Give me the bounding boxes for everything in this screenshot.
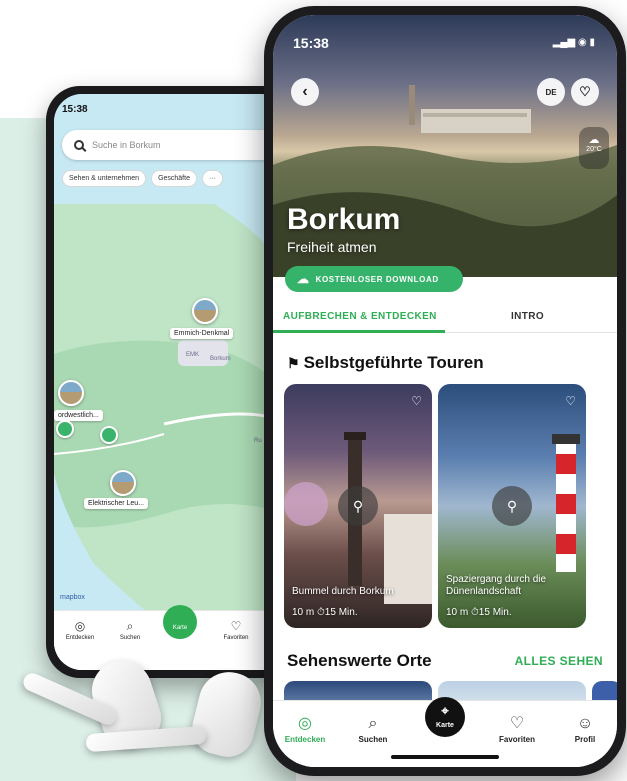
hero-photo: [273, 85, 617, 277]
nav-label: Favoriten: [223, 635, 249, 641]
nav-suchen[interactable]: ⌕ Suchen: [345, 713, 401, 744]
cloud-download-icon: ☁: [297, 272, 310, 286]
front-phone: 15:38 ▂▄▆ ◉ ▮ ‹ DE ♡ ☁ 20°C Borkum Freih…: [264, 6, 626, 776]
marketing-composition: 15:38 Suche in Borkum Sehen & unternehme…: [0, 0, 627, 781]
content-tabs: AUFBRECHEN & ENTDECKEN INTRO: [273, 301, 617, 333]
map-marker-green-2[interactable]: [100, 426, 118, 444]
nav-label: Entdecken: [284, 735, 326, 744]
nav-label: Karte: [436, 722, 454, 729]
download-button[interactable]: ☁ KOSTENLOSER DOWNLOAD: [285, 266, 463, 292]
map-screen: 15:38 Suche in Borkum Sehen & unternehme…: [54, 94, 288, 670]
route-icon: ⚑: [287, 355, 300, 371]
airport-label: EMK: [186, 352, 200, 358]
section-title-text: Selbstgeführte Touren: [303, 353, 484, 372]
heart-icon: ♡: [230, 619, 242, 633]
tab-intro[interactable]: INTRO: [511, 311, 544, 322]
tour-meta: 10 m ⏱15 Min.: [446, 607, 512, 618]
town-label: Borkum: [210, 356, 231, 362]
nav-label: Suchen: [358, 735, 388, 744]
tour-title: Bummel durch Borkum: [292, 586, 394, 597]
heart-icon: ♡: [509, 715, 525, 732]
chip-geschaefte[interactable]: Geschäfte: [151, 170, 197, 187]
nav-favoriten[interactable]: ♡ Favoriten: [214, 617, 258, 641]
heart-icon[interactable]: ♡: [565, 394, 576, 408]
pin-label-emmich[interactable]: Emmich-Denkmal: [170, 328, 234, 339]
pin-label-nordwest[interactable]: ordwestlich...: [54, 410, 103, 421]
nav-suchen[interactable]: ⌕ Suchen: [108, 617, 152, 641]
tab-aufbrechen[interactable]: AUFBRECHEN & ENTDECKEN: [283, 311, 437, 322]
back-bottom-nav: ◎ Entdecken ⌕ Suchen Karte ♡ Favoriten: [54, 605, 288, 670]
download-label: KOSTENLOSER DOWNLOAD: [315, 274, 439, 284]
hero-title: Borkum: [287, 203, 401, 236]
nav-label: Entdecken: [65, 635, 95, 641]
nav-karte[interactable]: ⌖ Karte: [425, 697, 465, 737]
search-icon: [74, 140, 84, 150]
status-icons: ▂▄▆ ◉ ▮: [552, 37, 595, 48]
user-icon: ☺: [576, 715, 594, 732]
tour-card[interactable]: ♡ ⚲ Bummel durch Borkum 10 m ⏱15 Min.: [284, 384, 432, 628]
home-indicator: [391, 755, 499, 759]
section-title-orte: Sehenswerte Orte: [287, 651, 432, 670]
mapbox-attribution: mapbox: [60, 594, 85, 601]
status-time: 15:38: [62, 104, 88, 115]
road-label: Ru: [254, 438, 262, 444]
route-icon[interactable]: ⚲: [492, 486, 532, 526]
pin-label-leuchtturm[interactable]: Elektrischer Leu...: [84, 498, 149, 509]
back-icon[interactable]: ‹: [291, 78, 319, 106]
search-input[interactable]: Suche in Borkum: [62, 130, 288, 160]
section-title-touren: ⚑ Selbstgeführte Touren: [287, 353, 484, 373]
nav-profil[interactable]: ☺ Profil: [557, 713, 613, 744]
tour-title: Spaziergang durch die Dünenlandschaft: [446, 574, 547, 597]
map-pin-leuchtturm[interactable]: [110, 470, 136, 496]
chip-more[interactable]: ···: [201, 170, 223, 187]
hero-subtitle: Freiheit atmen: [287, 239, 377, 255]
search-icon: ⌕: [368, 715, 378, 732]
compass-icon: ◎: [298, 715, 312, 732]
language-button[interactable]: DE: [537, 78, 565, 106]
heart-icon[interactable]: ♡: [411, 394, 422, 408]
tab-indicator: [273, 330, 445, 333]
category-chips: Sehen & unternehmen Geschäfte ···: [62, 170, 223, 187]
nav-entdecken[interactable]: ◎ Entdecken: [277, 713, 333, 744]
nav-label: Profil: [574, 735, 596, 744]
map-pin-emmich[interactable]: [192, 298, 218, 324]
route-icon[interactable]: ⚲: [338, 486, 378, 526]
nav-favoriten[interactable]: ♡ Favoriten: [489, 713, 545, 744]
hero-image: 15:38 ▂▄▆ ◉ ▮ ‹ DE ♡ ☁ 20°C Borkum Freih…: [273, 15, 617, 277]
heart-icon[interactable]: ♡: [571, 78, 599, 106]
nav-entdecken[interactable]: ◎ Entdecken: [58, 617, 102, 641]
status-time: 15:38: [293, 35, 329, 51]
bottom-nav: ◎ Entdecken ⌕ Suchen ⌖ Karte ♡ Favoriten…: [273, 697, 617, 767]
nav-label: Suchen: [119, 635, 141, 641]
weather-widget: ☁ 20°C: [579, 127, 609, 169]
map-pin-icon: ⌖: [441, 703, 449, 718]
see-all-link[interactable]: ALLES SEHEN: [515, 654, 603, 668]
tour-meta: 10 m ⏱15 Min.: [292, 607, 358, 618]
tour-card[interactable]: ♡ ⚲ Spaziergang durch die Dünenlandschaf…: [438, 384, 586, 628]
weather-temp: 20°C: [586, 146, 602, 153]
search-icon: ⌕: [126, 619, 134, 633]
nav-karte[interactable]: Karte: [163, 605, 197, 639]
back-phone: 15:38 Suche in Borkum Sehen & unternehme…: [46, 86, 296, 678]
nav-label: Favoriten: [498, 735, 535, 744]
map-pin-nordwest[interactable]: [58, 380, 84, 406]
map-marker-green-1[interactable]: [56, 420, 74, 438]
search-placeholder: Suche in Borkum: [92, 140, 161, 150]
cloud-icon: ☁: [588, 134, 600, 146]
chip-sehen[interactable]: Sehen & unternehmen: [62, 170, 147, 187]
compass-icon: ◎: [74, 619, 86, 633]
guide-screen: 15:38 ▂▄▆ ◉ ▮ ‹ DE ♡ ☁ 20°C Borkum Freih…: [273, 15, 617, 767]
